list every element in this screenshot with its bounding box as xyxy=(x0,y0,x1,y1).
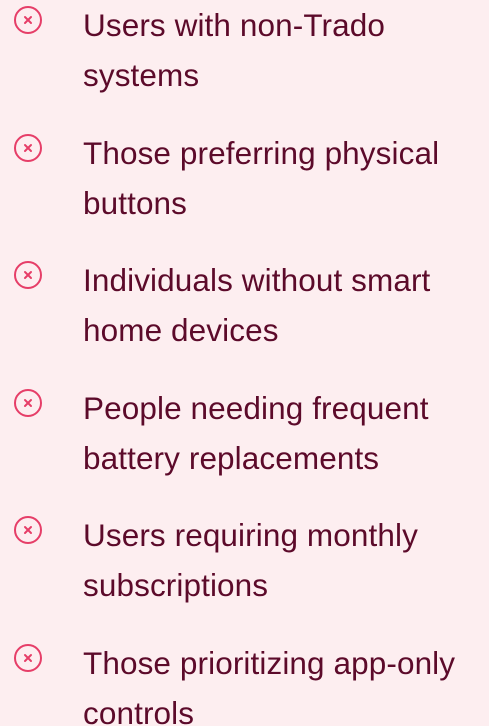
list-item-label: Individuals without smart home devices xyxy=(83,262,431,348)
x-circle-icon xyxy=(13,643,43,673)
x-circle-icon xyxy=(13,515,43,545)
x-circle-icon xyxy=(13,388,43,418)
list-item-label: Users requiring monthly subscriptions xyxy=(83,517,418,603)
list-item-label: Users with non-Trado systems xyxy=(83,7,385,93)
x-circle-icon xyxy=(13,133,43,163)
exclusion-list: Users with non-Trado systems Those prefe… xyxy=(0,0,489,726)
list-item-label: Those prioritizing app-only controls xyxy=(83,645,456,726)
list-item-label: Those preferring physical buttons xyxy=(83,135,440,221)
x-circle-icon xyxy=(13,5,43,35)
x-circle-icon xyxy=(13,260,43,290)
list-item-label: People needing frequent battery replacem… xyxy=(83,390,429,476)
